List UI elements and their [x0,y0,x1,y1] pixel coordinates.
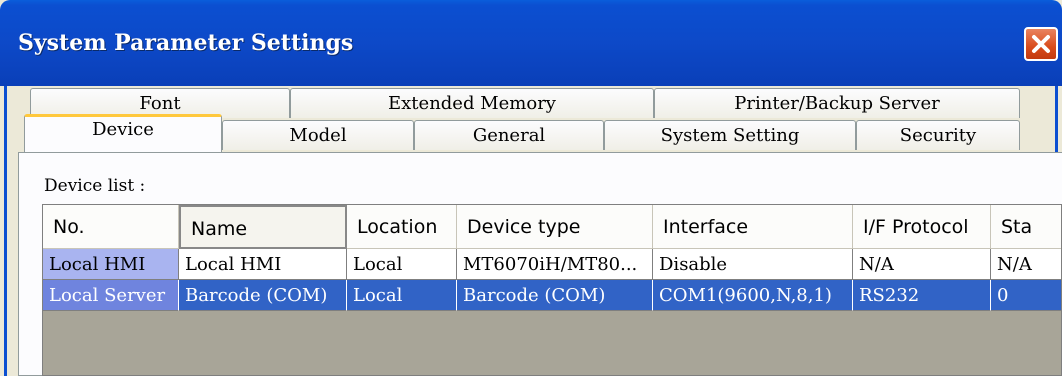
close-button[interactable] [1024,27,1058,61]
tab-security[interactable]: Security [856,120,1020,150]
cell-if-protocol: RS232 [853,280,991,311]
cell-no: Local HMI [43,249,179,280]
cell-name: Local HMI [179,249,347,280]
column-header-if-protocol[interactable]: I/F Protocol [853,205,991,249]
cell-if-protocol: N/A [853,249,991,280]
cell-device-type: Barcode (COM) [457,280,653,311]
tab-device[interactable]: Device [24,114,222,152]
column-header-device-type[interactable]: Device type [457,205,653,249]
tab-model[interactable]: Model [222,120,414,150]
column-header-interface[interactable]: Interface [653,205,853,249]
tab-system-setting[interactable]: System Setting [604,120,856,150]
cell-device-type: MT6070iH/MT80... [457,249,653,280]
cell-status: N/A [991,249,1061,280]
cell-status: 0 [991,280,1061,311]
column-header-name[interactable]: Name [179,205,347,249]
title-bar[interactable]: System Parameter Settings [0,0,1062,86]
cell-location: Local [347,249,457,280]
cell-name: Barcode (COM) [179,280,347,311]
close-icon [1032,35,1050,53]
table-row-selected[interactable]: Local Server Barcode (COM) Local Barcode… [43,280,1061,311]
cell-interface: COM1(9600,N,8,1) [653,280,853,311]
window-title: System Parameter Settings [18,30,354,56]
column-header-no[interactable]: No. [43,205,179,249]
tab-general[interactable]: General [414,120,604,150]
tab-printer-backup-server[interactable]: Printer/Backup Server [654,88,1020,118]
cell-no: Local Server [43,280,179,311]
cell-location: Local [347,280,457,311]
device-list-table[interactable]: No. Name Location Device type Interface … [42,204,1062,376]
device-list-label: Device list : [44,176,146,196]
column-header-location[interactable]: Location [347,205,457,249]
cell-interface: Disable [653,249,853,280]
column-header-status[interactable]: Sta [991,205,1061,249]
table-row[interactable]: Local HMI Local HMI Local MT6070iH/MT80.… [43,249,1061,280]
tab-extended-memory[interactable]: Extended Memory [290,88,654,118]
